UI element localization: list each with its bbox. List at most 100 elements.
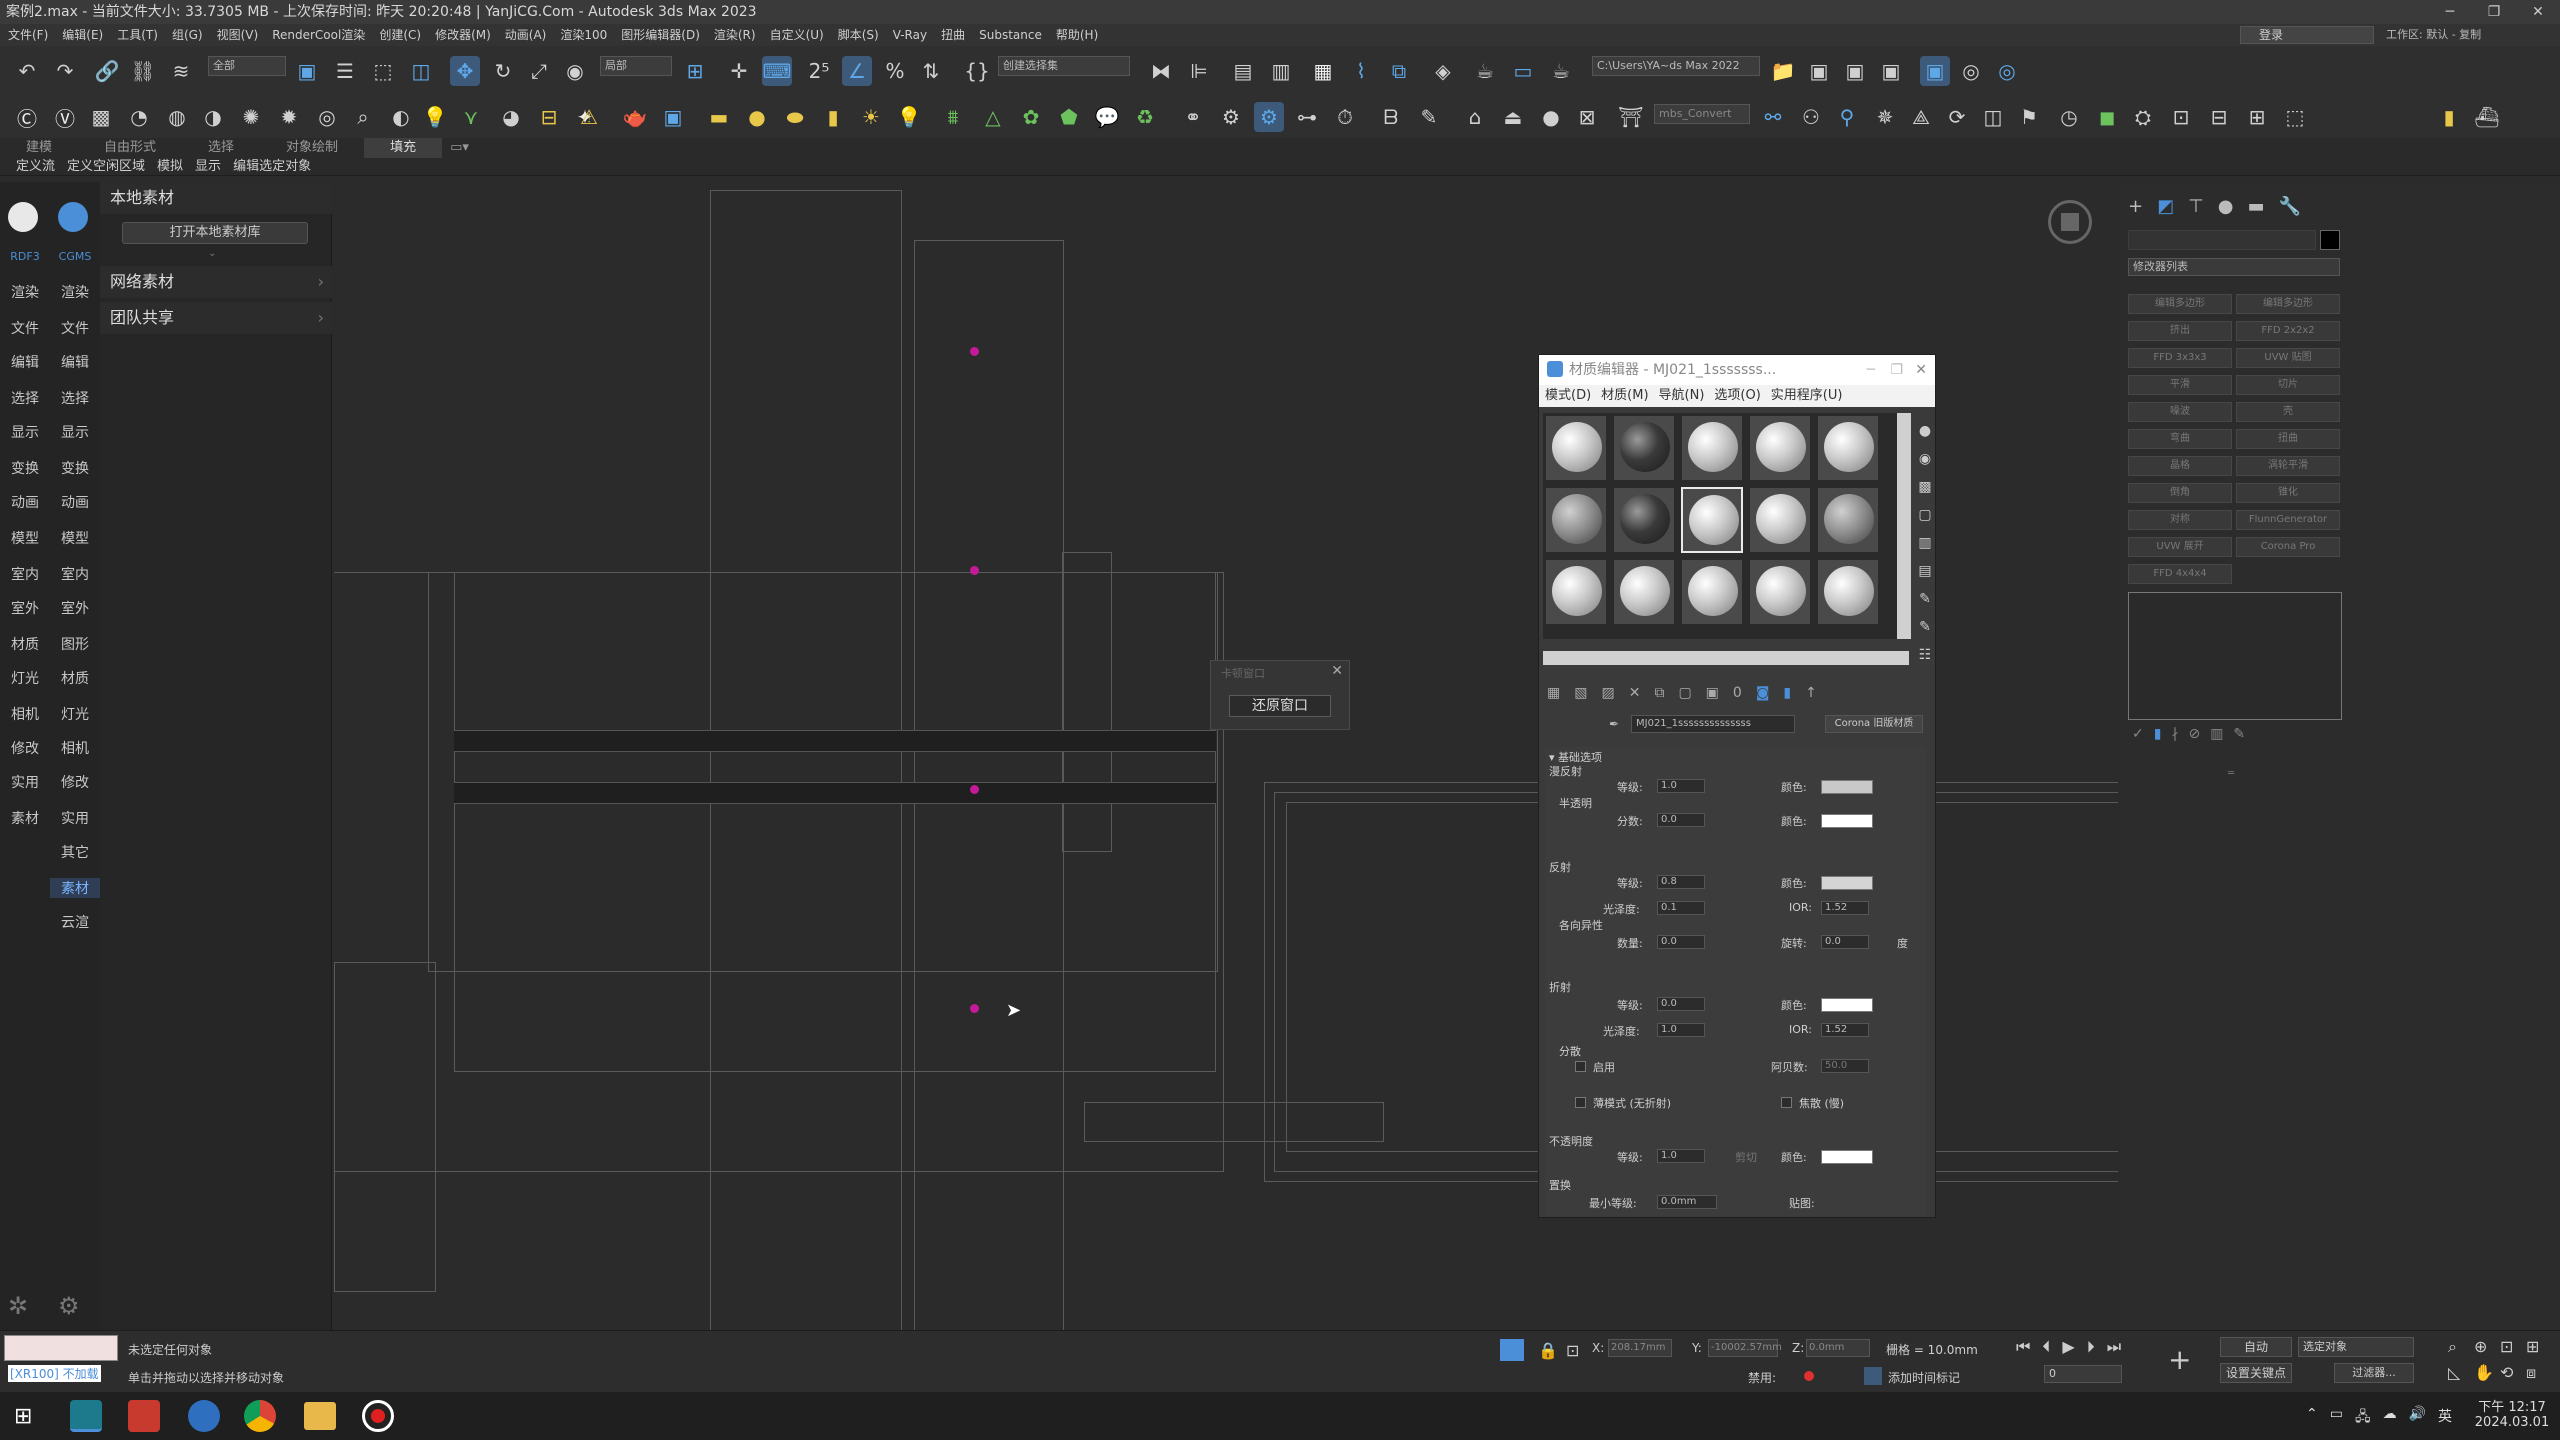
minimize-icon[interactable]: ─: [2428, 0, 2472, 24]
slots-vertical-scrollbar[interactable]: [1897, 413, 1911, 639]
modifier-button[interactable]: FlunnGenerator: [2236, 510, 2340, 530]
rect-selection-icon[interactable]: ⬚: [368, 56, 398, 86]
key-filters-button[interactable]: 过滤器...: [2334, 1363, 2414, 1383]
render-tool-12-icon[interactable]: ⊟: [534, 102, 564, 132]
sample-slot-selected[interactable]: [1681, 487, 1743, 553]
material-editor-icon[interactable]: ◈: [1428, 56, 1458, 86]
refraction-color-swatch[interactable]: [1821, 998, 1873, 1012]
sidebar-item-16[interactable]: 其它: [50, 842, 100, 862]
rendered-frame-icon[interactable]: ▭: [1508, 56, 1538, 86]
menu-modes[interactable]: 模式(D): [1545, 385, 1591, 407]
select-object-icon[interactable]: ▣: [292, 56, 322, 86]
make-unique-icon[interactable]: ∤: [2171, 726, 2178, 742]
tab-object-paint[interactable]: 对象绘制: [260, 138, 364, 158]
abbe-spinner[interactable]: 50.0: [1821, 1059, 1869, 1073]
sidebar-item-2[interactable]: 编辑: [0, 352, 50, 372]
remove-modifier-icon[interactable]: ⊘: [2188, 726, 2200, 742]
sample-slot[interactable]: [1749, 415, 1811, 481]
sidebar-item-1[interactable]: 文件: [50, 318, 100, 338]
close-icon[interactable]: ✕: [2516, 0, 2560, 24]
pan-icon[interactable]: ✋: [2474, 1363, 2500, 1383]
reflection-gloss-spinner[interactable]: 0.1: [1657, 901, 1705, 915]
go-to-start-icon[interactable]: ⏮: [2016, 1337, 2030, 1357]
current-frame-field[interactable]: 0: [2044, 1365, 2122, 1383]
sample-slot[interactable]: [1545, 559, 1607, 625]
reflection-level-spinner[interactable]: 0.8: [1657, 875, 1705, 889]
modifier-button[interactable]: 编辑多边形: [2236, 294, 2340, 314]
plugin-m-icon[interactable]: ⚇: [1796, 102, 1826, 132]
hierarchy-tab-icon[interactable]: ⊤: [2188, 196, 2204, 217]
camera-icon[interactable]: ▣: [658, 102, 688, 132]
create-tab-icon[interactable]: +: [2128, 196, 2143, 217]
x-field[interactable]: 208.17mm: [1608, 1339, 1672, 1357]
restore-icon[interactable]: ❐: [1890, 355, 1903, 385]
zoom-extents-icon[interactable]: ⊡: [2500, 1337, 2526, 1357]
translucency-fraction-spinner[interactable]: 0.0: [1657, 813, 1705, 827]
next-frame-icon[interactable]: ⏵: [2087, 1337, 2095, 1357]
put-to-scene-icon[interactable]: ▧: [1574, 685, 1587, 709]
sample-slot[interactable]: [1749, 487, 1811, 553]
show-end-result-icon[interactable]: ▮: [1783, 685, 1791, 709]
reflection-color-swatch[interactable]: [1821, 876, 1873, 890]
display-button[interactable]: 显示: [195, 158, 221, 175]
close-icon[interactable]: ✕: [1331, 663, 1343, 679]
teapot-icon[interactable]: 🫖: [620, 102, 650, 132]
edit-icon[interactable]: ✎: [2233, 726, 2245, 742]
spline-vertex[interactable]: [970, 566, 979, 575]
render-tool-8-icon[interactable]: ⌕: [348, 102, 378, 132]
percent-snap-icon[interactable]: %: [880, 56, 910, 86]
modifier-list-dropdown[interactable]: 修改器列表: [2128, 258, 2340, 276]
modifier-button[interactable]: 噪波: [2128, 402, 2232, 422]
close-icon[interactable]: ✕: [1915, 355, 1927, 385]
cylinder-light-icon[interactable]: ▮: [818, 102, 848, 132]
anisotropy-rotation-spinner[interactable]: 0.0: [1821, 935, 1869, 949]
scale-icon[interactable]: ⤢: [524, 56, 554, 86]
sidebar-item-11[interactable]: 灯光: [0, 668, 50, 688]
go-to-end-icon[interactable]: ⏭: [2107, 1337, 2121, 1357]
menu-create[interactable]: 创建(C): [379, 24, 421, 46]
pivot-center-icon[interactable]: ⊞: [680, 56, 710, 86]
sidebar-item-14[interactable]: 实用: [0, 772, 50, 792]
eyedropper-icon[interactable]: ✒: [1609, 717, 1619, 731]
collapse-icon[interactable]: ⌄: [208, 248, 216, 259]
corona-icon[interactable]: Ⓒ: [12, 102, 42, 132]
sidebar-item-10[interactable]: 材质: [0, 634, 50, 654]
render-tool-11-icon[interactable]: ◕: [496, 102, 526, 132]
scatter-tool-icon[interactable]: ⩩: [938, 102, 968, 132]
sidebar-item-14[interactable]: 修改: [50, 772, 100, 792]
z-field[interactable]: 0.0mm: [1806, 1339, 1870, 1357]
assign-to-selection-icon[interactable]: ▨: [1601, 685, 1614, 709]
modifier-button[interactable]: 弯曲: [2128, 429, 2232, 449]
modifier-button[interactable]: 扭曲: [2236, 429, 2340, 449]
restore-icon[interactable]: ❐: [2472, 0, 2516, 24]
add-time-tag[interactable]: 添加时间标记: [1888, 1369, 1960, 1386]
settings-icon[interactable]: ✲: [8, 1292, 28, 1320]
diffuse-color-swatch[interactable]: [1821, 780, 1873, 794]
plugin-aa-icon[interactable]: ▮: [2434, 102, 2464, 132]
sidebar-item-13[interactable]: 修改: [0, 738, 50, 758]
menu-tools[interactable]: 工具(T): [117, 24, 158, 46]
plugin-j-icon[interactable]: ⊠: [1572, 102, 1602, 132]
spline-vertex[interactable]: [970, 347, 979, 356]
tray-expand-icon[interactable]: ⌃: [2306, 1406, 2318, 1430]
sidebar-item-3[interactable]: 选择: [50, 388, 100, 408]
plugin-v-icon[interactable]: ⛭: [2128, 102, 2158, 132]
local-assets-header[interactable]: 本地素材: [100, 182, 332, 214]
modifier-button[interactable]: FFD 4x4x4: [2128, 564, 2232, 584]
sample-slot[interactable]: [1613, 487, 1675, 553]
sun-icon[interactable]: ☀: [856, 102, 886, 132]
ime-indicator[interactable]: 英: [2438, 1406, 2452, 1430]
modifier-button[interactable]: 晶格: [2128, 456, 2232, 476]
render-tool-7-icon[interactable]: ◎: [312, 102, 342, 132]
toolbar-extra-3-icon[interactable]: ▣: [1876, 56, 1906, 86]
select-by-name-icon[interactable]: ☰: [330, 56, 360, 86]
sidebar-item-18[interactable]: 云渲: [50, 912, 100, 932]
sample-slot[interactable]: [1817, 559, 1879, 625]
slots-horizontal-scrollbar[interactable]: [1543, 651, 1909, 665]
align-icon[interactable]: ⊫: [1184, 56, 1214, 86]
plugin-h-icon[interactable]: ⏏: [1498, 102, 1528, 132]
gear-icon[interactable]: ⚙: [58, 1292, 80, 1320]
sidebar-item-15[interactable]: 素材: [0, 808, 50, 828]
modifier-button[interactable]: 壳: [2236, 402, 2340, 422]
options-icon[interactable]: ✎: [1915, 585, 1935, 613]
